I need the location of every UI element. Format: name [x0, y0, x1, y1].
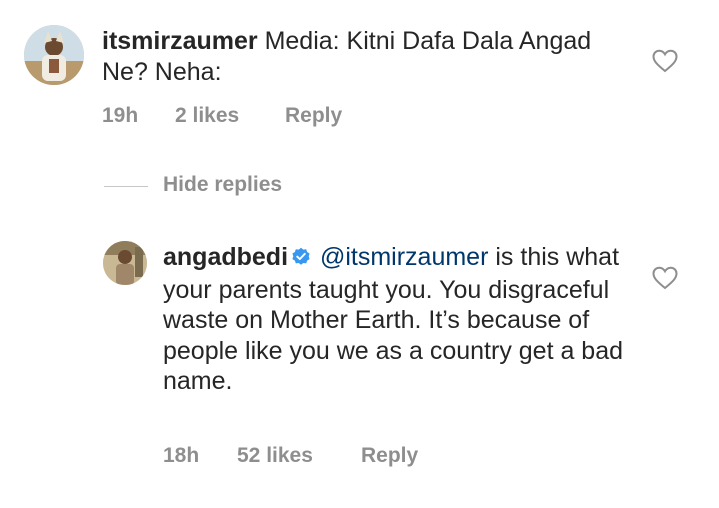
comment-body: itsmirzaumer Media: Kitni Dafa Dala Anga… — [102, 26, 632, 87]
comment-time: 19h — [102, 104, 139, 127]
comment-username[interactable]: itsmirzaumer — [102, 27, 258, 55]
comment-likes[interactable]: 52 likes — [237, 444, 313, 468]
comment-username[interactable]: angadbedi — [163, 243, 288, 271]
reply-button[interactable]: Reply — [285, 104, 342, 128]
comment-likes[interactable]: 2 likes — [175, 104, 239, 128]
reply-button[interactable]: Reply — [361, 444, 418, 468]
heart-outline-icon[interactable] — [652, 266, 678, 290]
mention-link[interactable]: @itsmirzaumer — [320, 243, 488, 271]
comment-time: 18h — [163, 444, 200, 467]
divider-line — [104, 186, 148, 187]
avatar-image — [103, 241, 147, 285]
avatar-angadbedi[interactable] — [103, 241, 147, 285]
hide-replies-label[interactable]: Hide replies — [163, 173, 282, 197]
heart-outline-icon[interactable] — [652, 49, 678, 73]
comment-body: angadbedi @itsmirzaumer is this what you… — [163, 242, 633, 397]
avatar-image — [24, 25, 84, 85]
avatar-itsmirzaumer[interactable] — [24, 25, 84, 85]
verified-badge-icon — [291, 244, 311, 275]
